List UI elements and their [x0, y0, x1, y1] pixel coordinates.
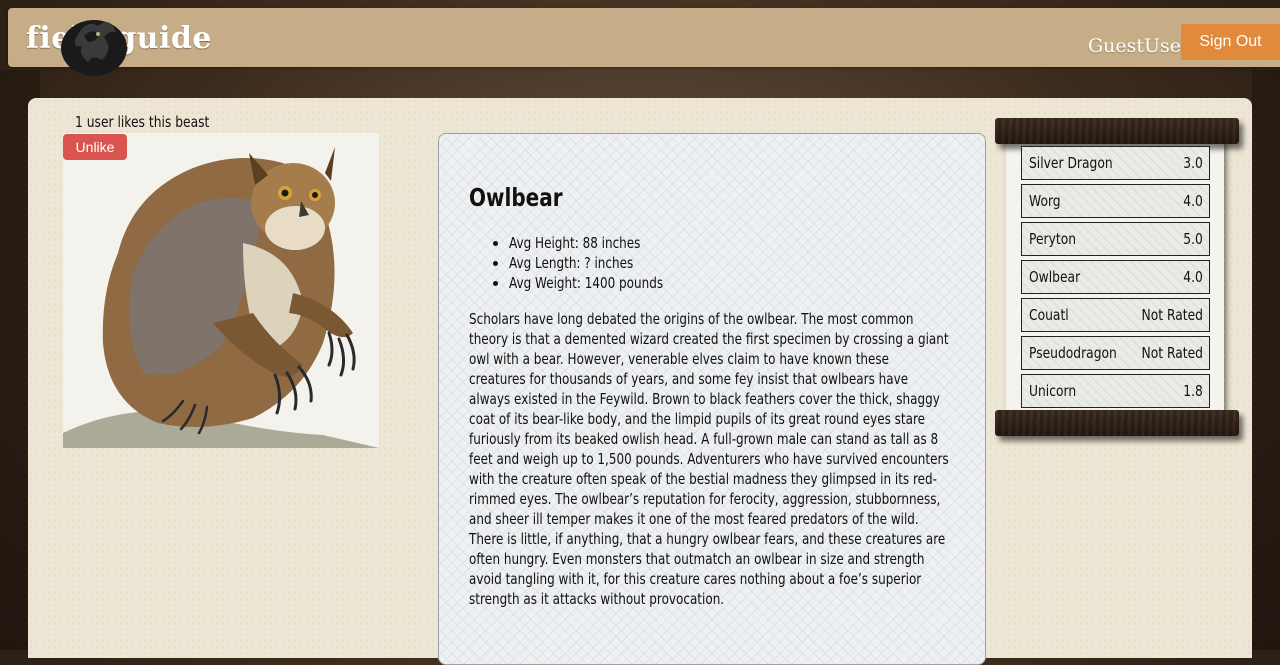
unlike-button[interactable]: Unlike: [63, 134, 127, 160]
username-label: GuestUser: [1088, 35, 1191, 57]
scroll-rod-bottom: [995, 410, 1239, 436]
leaderboard-beast-name: Unicorn: [1029, 382, 1077, 400]
stat-text: Avg Weight: 1400 pounds: [509, 274, 664, 292]
leaderboard-beast-name: Silver Dragon: [1029, 154, 1113, 172]
leaderboard-row[interactable]: Unicorn 1.8: [1021, 374, 1210, 408]
stat-text: Avg Length: ? inches: [509, 254, 634, 272]
leaderboard-beast-name: Owlbear: [1029, 268, 1081, 286]
beast-description: Scholars have long debated the origins o…: [469, 310, 949, 608]
leaderboard-rating: 1.8: [1183, 382, 1203, 400]
owlbear-image: [63, 133, 379, 448]
bullet-icon: [493, 241, 498, 246]
leaderboard-beast-name: Pseudodragon: [1029, 344, 1117, 362]
beast-stats-list: Avg Height: 88 inches Avg Length: ? inch…: [469, 233, 702, 293]
beast-name-heading: Owlbear: [469, 183, 563, 212]
likes-count-text: 1 user likes this beast: [75, 113, 210, 131]
stat-avg-length: Avg Length: ? inches: [469, 253, 702, 273]
top-header: field guide GuestUser: [8, 8, 1280, 67]
leaderboard-beast-name: Worg: [1029, 192, 1061, 210]
leaderboard-beast-name: Couatl: [1029, 306, 1069, 324]
leaderboard-rating: 5.0: [1183, 230, 1203, 248]
leaderboard-rating: Not Rated: [1141, 344, 1203, 362]
scroll-rod-top: [995, 118, 1239, 144]
background-shelf: [1252, 70, 1280, 650]
bullet-icon: [493, 261, 498, 266]
leaderboard-row[interactable]: Peryton 5.0: [1021, 222, 1210, 256]
stat-text: Avg Height: 88 inches: [509, 234, 641, 252]
leaderboard-rating: 3.0: [1183, 154, 1203, 172]
bullet-icon: [493, 281, 498, 286]
sign-out-button[interactable]: Sign Out: [1181, 24, 1280, 60]
leaderboard-row[interactable]: Worg 4.0: [1021, 184, 1210, 218]
leaderboard-rating: 4.0: [1183, 268, 1203, 286]
leaderboard-beast-name: Peryton: [1029, 230, 1077, 248]
leaderboard-row[interactable]: Owlbear 4.0: [1021, 260, 1210, 294]
leaderboard-row[interactable]: Pseudodragon Not Rated: [1021, 336, 1210, 370]
leaderboard-row[interactable]: Couatl Not Rated: [1021, 298, 1210, 332]
dragon-logo-icon[interactable]: [58, 8, 130, 78]
stat-avg-height: Avg Height: 88 inches: [469, 233, 702, 253]
stat-avg-weight: Avg Weight: 1400 pounds: [469, 273, 702, 293]
leaderboard-rating: 4.0: [1183, 192, 1203, 210]
leaderboard-rating: Not Rated: [1141, 306, 1203, 324]
leaderboard-row[interactable]: Silver Dragon 3.0: [1021, 146, 1210, 180]
